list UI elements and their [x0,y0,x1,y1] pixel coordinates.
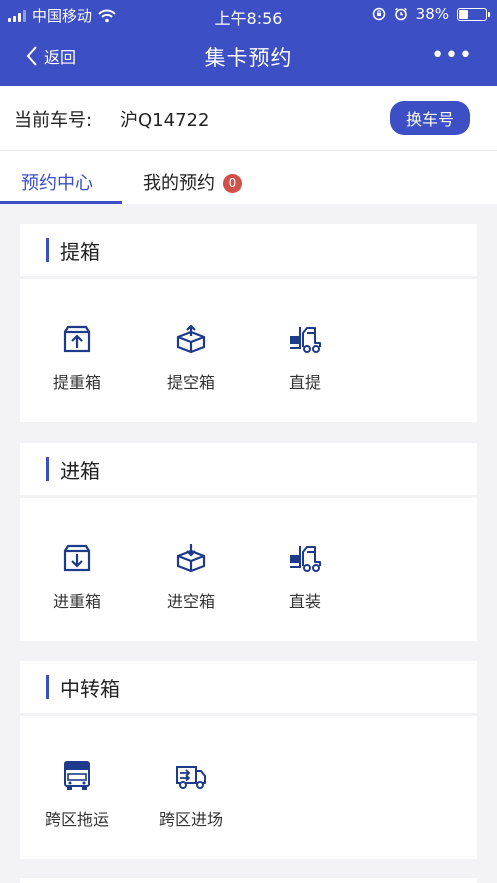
open-box-up-icon [176,324,206,354]
item-label: 提空箱 [166,373,215,392]
item-label: 跨区进场 [158,810,223,829]
my-bookings-badge: 0 [223,174,242,193]
pickup-loaded-button[interactable]: 提重箱 [27,279,127,422]
item-label: 跨区拖运 [44,810,109,829]
section-delivery: 进箱 进重箱 进空箱 直装 [20,443,477,641]
item-label: 提重箱 [52,373,101,392]
status-right: 38% [372,5,490,23]
plate-label: 当前车号: [14,110,93,131]
section-pickup: 提箱 提重箱 提空箱 直提 [20,224,477,422]
item-label: 直装 [288,592,321,611]
section-header: 提箱 [20,224,477,276]
truck-front-icon [64,761,90,790]
plate-row: 当前车号: 沪Q14722 换车号 [0,86,497,151]
battery-percent: 38% [415,5,449,23]
active-tab-indicator [0,201,122,204]
item-label: 进重箱 [52,592,101,611]
deliver-empty-button[interactable]: 进空箱 [141,498,241,641]
tab-booking-center-label: 预约中心 [21,173,93,194]
forklift-icon [290,546,321,572]
section-accent-bar [46,457,49,481]
rotation-lock-icon [372,7,385,21]
alarm-icon [394,7,407,21]
section-transfer: 中转箱 跨区拖运 跨区进场 [20,661,477,859]
tab-my-bookings-label: 我的预约 [143,173,215,194]
nav-bar: 返回 集卡预约 ••• [0,30,497,86]
item-label: 直提 [288,373,321,392]
battery-icon [457,7,490,21]
section-title: 中转箱 [60,677,120,701]
tab-booking-center[interactable]: 预约中心 [21,169,93,195]
forklift-icon [290,327,321,353]
box-up-icon [63,325,91,353]
tab-bar: 预约中心 我的预约 0 [0,151,497,204]
section-items: 提重箱 提空箱 直提 [20,279,477,422]
next-section-edge [20,878,477,883]
page-title: 集卡预约 [204,46,293,70]
direct-pickup-button[interactable]: 直提 [255,279,355,422]
cross-zone-haul-button[interactable]: 跨区拖运 [27,716,127,859]
truck-side-icon [176,766,206,789]
section-title: 进箱 [60,459,100,483]
status-bar: 中国移动 上午8:56 38% [0,0,497,30]
section-items: 跨区拖运 跨区进场 [20,716,477,859]
plate-number: 沪Q14722 [120,110,210,131]
section-title: 提箱 [60,240,100,264]
section-accent-bar [46,238,49,262]
box-down-icon [63,544,91,572]
open-box-down-icon [176,544,206,573]
pickup-empty-button[interactable]: 提空箱 [141,279,241,422]
cross-zone-entry-button[interactable]: 跨区进场 [141,716,241,859]
more-menu-icon[interactable]: ••• [431,43,473,68]
tab-my-bookings[interactable]: 我的预约 0 [143,169,242,195]
top-bar: 中国移动 上午8:56 38% 返回 集卡预约 ••• [0,0,497,86]
change-plate-button[interactable]: 换车号 [390,101,470,135]
direct-load-button[interactable]: 直装 [255,498,355,641]
section-items: 进重箱 进空箱 直装 [20,498,477,641]
deliver-loaded-button[interactable]: 进重箱 [27,498,127,641]
section-header: 进箱 [20,443,477,495]
section-accent-bar [46,675,49,699]
section-header: 中转箱 [20,661,477,713]
item-label: 进空箱 [166,592,215,611]
